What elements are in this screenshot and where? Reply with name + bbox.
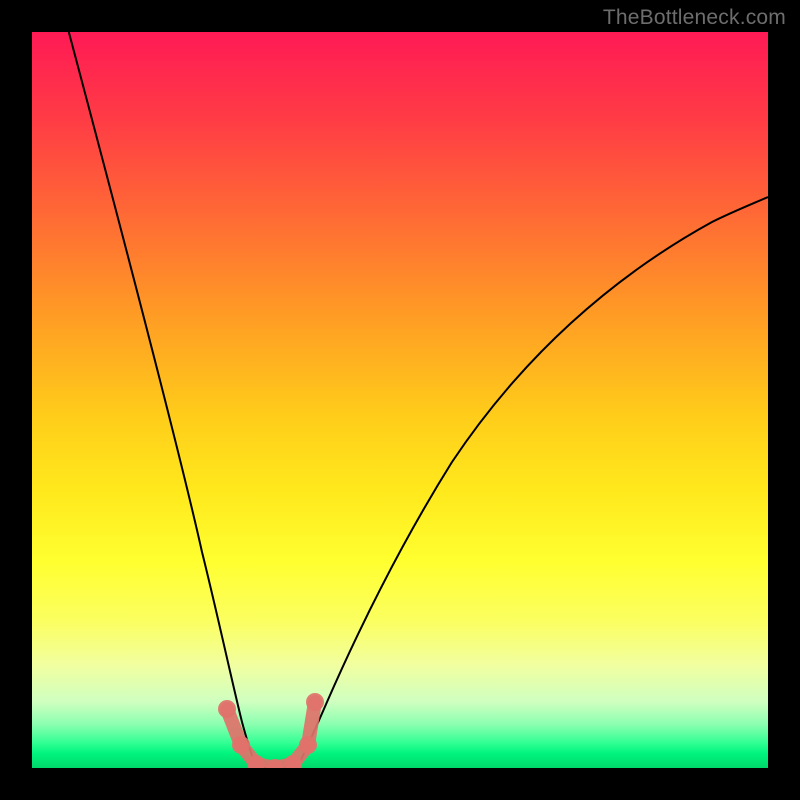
marker-dot — [299, 736, 317, 754]
marker-dot — [306, 693, 324, 711]
curve-right-branch — [297, 197, 768, 768]
plot-frame — [32, 32, 768, 768]
bottleneck-curve-layer — [32, 32, 768, 768]
marker-dot — [218, 700, 236, 718]
marker-dot — [232, 736, 250, 754]
curve-left-branch — [69, 32, 257, 768]
valley-markers — [218, 693, 324, 768]
watermark-text: TheBottleneck.com — [603, 6, 786, 30]
